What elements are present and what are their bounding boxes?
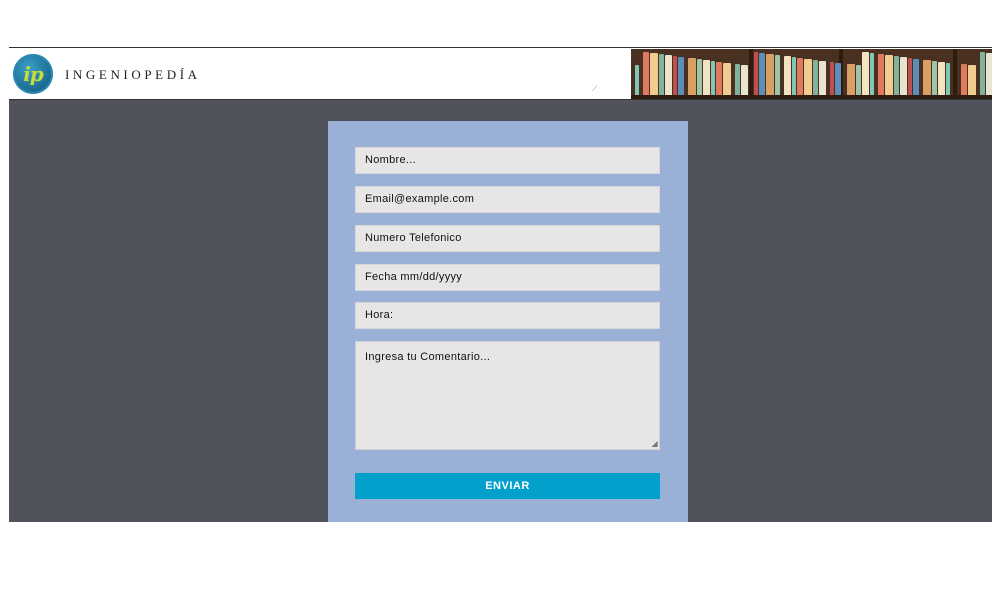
book-spine <box>659 54 664 95</box>
comment-placeholder: Ingresa tu Comentario... <box>365 351 491 363</box>
phone-field[interactable]: Numero Telefonico <box>355 225 660 252</box>
book-spine <box>678 57 684 95</box>
book-spine <box>665 55 672 95</box>
book-spine <box>961 64 967 95</box>
book-spine <box>635 65 639 95</box>
comment-textarea[interactable]: Ingresa tu Comentario... ◢ <box>355 341 660 450</box>
book-spine <box>932 61 937 95</box>
book-spine <box>766 54 774 95</box>
book-spine <box>703 60 710 95</box>
book-spine <box>650 53 658 95</box>
book-spine <box>986 53 992 95</box>
shelf-divider <box>749 49 753 99</box>
book-spine <box>735 64 740 95</box>
book-spine <box>723 63 731 95</box>
book-spine <box>697 59 702 95</box>
book-spine <box>938 62 945 95</box>
book-spine <box>870 53 874 95</box>
book-spine <box>819 61 826 95</box>
book-spine <box>688 58 696 95</box>
book-spine <box>813 60 818 95</box>
resize-grip-icon: ⟋ <box>592 84 598 93</box>
submit-button[interactable]: ENVIAR <box>355 473 660 499</box>
book-spine <box>643 52 649 95</box>
book-spine <box>980 52 985 95</box>
shelf-divider <box>953 49 957 99</box>
site-header: ip INGENIOPEDÍA ⟋ <box>9 47 992 100</box>
book-spine <box>885 55 893 95</box>
book-spine <box>797 58 803 95</box>
book-spine <box>804 59 812 95</box>
book-spine <box>862 52 869 95</box>
book-spine <box>754 52 758 95</box>
book-spine <box>908 58 912 95</box>
email-field[interactable]: Email@example.com <box>355 186 660 213</box>
book-spine <box>946 63 950 95</box>
contact-form: Nombre... Email@example.com Numero Telef… <box>328 121 688 522</box>
page: ip INGENIOPEDÍA ⟋ Nombre... Email@exampl… <box>9 47 992 522</box>
book-spine <box>894 56 899 95</box>
textarea-resize-icon[interactable]: ◢ <box>652 440 658 448</box>
book-spine <box>784 56 791 95</box>
book-spine <box>673 56 677 95</box>
shelf-board <box>631 95 992 99</box>
book-spine <box>835 63 841 95</box>
date-field[interactable]: Fecha mm/dd/yyyy <box>355 264 660 291</box>
book-spine <box>923 60 931 95</box>
book-spine <box>856 65 861 95</box>
book-spine <box>775 55 780 95</box>
book-spine <box>913 59 919 95</box>
bookshelf-banner-image <box>631 49 992 99</box>
book-spine <box>792 57 796 95</box>
brand-name[interactable]: INGENIOPEDÍA <box>65 67 201 83</box>
book-spine <box>878 54 884 95</box>
book-spine <box>711 61 715 95</box>
logo-text: ip <box>23 62 44 86</box>
book-spine <box>968 65 976 95</box>
book-spine <box>759 53 765 95</box>
book-spine <box>847 64 855 95</box>
book-spine <box>716 62 722 95</box>
book-spine <box>900 57 907 95</box>
time-field[interactable]: Hora: <box>355 302 660 329</box>
main-content: Nombre... Email@example.com Numero Telef… <box>9 100 992 522</box>
name-field[interactable]: Nombre... <box>355 147 660 174</box>
book-spine <box>830 62 834 95</box>
book-spine <box>741 65 748 95</box>
logo[interactable]: ip <box>13 54 53 94</box>
